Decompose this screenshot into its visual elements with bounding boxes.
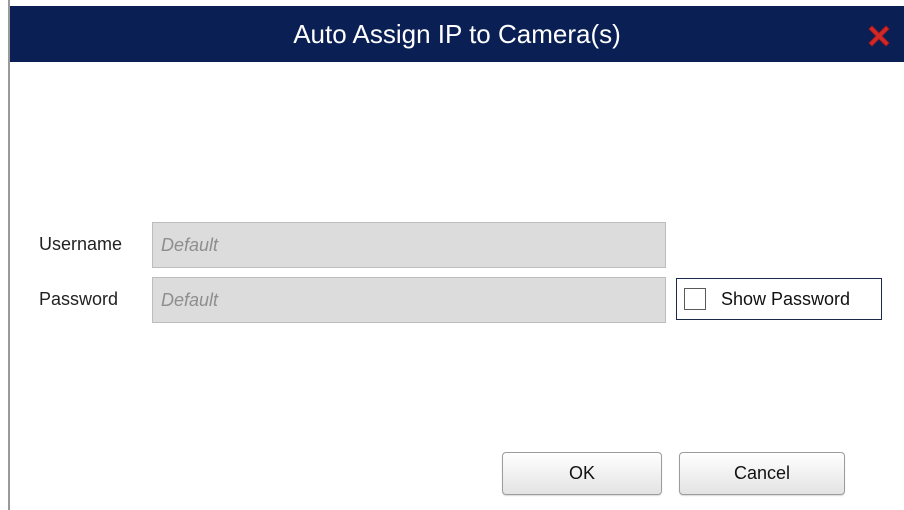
cancel-button[interactable]: Cancel [679,452,845,495]
username-field[interactable] [152,222,666,268]
dialog-titlebar: Auto Assign IP to Camera(s) [10,6,904,62]
checkbox-box[interactable] [684,288,706,310]
username-label: Username [39,234,123,254]
dialog-title: Auto Assign IP to Camera(s) [293,19,621,49]
close-icon[interactable] [865,22,893,50]
password-field[interactable] [152,277,666,323]
show-password-checkbox[interactable]: Show Password [676,278,882,320]
ok-button[interactable]: OK [502,452,662,495]
auto-assign-ip-dialog: Auto Assign IP to Camera(s) Username Pas… [0,0,904,510]
dialog-left-border [8,0,10,510]
show-password-label: Show Password [721,289,851,309]
password-label: Password [39,289,119,309]
